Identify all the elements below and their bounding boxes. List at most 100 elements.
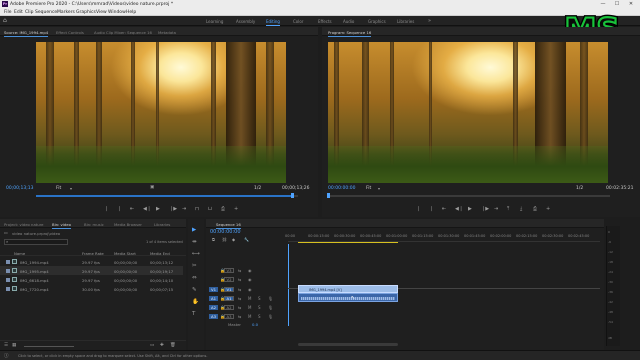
add-marker-icon[interactable]: ◆ xyxy=(232,237,235,242)
source-patch-a2[interactable]: A2 xyxy=(209,304,218,310)
column-media-end[interactable]: Media End xyxy=(150,251,170,256)
table-row[interactable]: IMG_7720.mp4 30.00 fps 00;00;00;00 00;00… xyxy=(0,284,183,293)
table-row[interactable]: IMG_1994.mp4 29.97 fps 00;00;00;00 00;00… xyxy=(0,257,183,266)
sync-lock-icon[interactable]: ⇆ xyxy=(238,305,241,310)
eye-icon[interactable]: ◉ xyxy=(248,287,252,292)
transport-go-to-in-icon[interactable]: ⇤ xyxy=(130,206,134,212)
transport-play-icon[interactable]: ▶ xyxy=(156,206,160,212)
menu-file[interactable]: File xyxy=(4,10,12,15)
transport-overwrite-icon[interactable]: ⤓ xyxy=(520,206,522,212)
transport-step-forward-icon[interactable]: ❘▶ xyxy=(481,206,489,212)
project-search-input[interactable] xyxy=(4,239,68,245)
menu-sequence[interactable]: Sequence xyxy=(35,10,57,15)
mute-button[interactable]: M xyxy=(248,296,251,301)
tab-bin-music[interactable]: Bin: music xyxy=(84,222,104,227)
menu-graphics[interactable]: Graphics xyxy=(76,10,96,15)
source-scrub-bar[interactable] xyxy=(36,195,298,197)
transport-overwrite-icon[interactable]: ⊔ xyxy=(208,206,212,212)
tab-program[interactable]: Program: Sequence 16 xyxy=(328,30,372,37)
tab-source[interactable]: Source: IMG_1994.mp4 xyxy=(4,30,49,37)
track-name[interactable]: V1 xyxy=(224,286,234,292)
label-color-swatch[interactable] xyxy=(6,286,10,291)
source-timecode[interactable]: 00;00;13;13 xyxy=(6,186,33,191)
timeline-playhead[interactable] xyxy=(288,244,289,326)
solo-button[interactable]: S xyxy=(258,314,261,319)
pen-tool-icon[interactable]: ✎ xyxy=(192,287,197,293)
program-video-frame[interactable] xyxy=(328,42,608,183)
eye-icon[interactable]: ◉ xyxy=(248,268,252,273)
tab-metadata[interactable]: Metadata xyxy=(158,30,176,35)
menu-edit[interactable]: Edit xyxy=(14,10,23,15)
selection-tool-icon[interactable]: ▶ xyxy=(192,227,196,233)
sync-lock-icon[interactable]: ⇆ xyxy=(238,287,241,292)
tab-audio-clip-mixer[interactable]: Audio Clip Mixer: Sequence 16 xyxy=(94,30,152,35)
transport-go-to-in-icon[interactable]: ⇤ xyxy=(442,206,446,212)
workspace-effects[interactable]: Effects xyxy=(318,19,332,24)
trash-icon[interactable]: 🗑 xyxy=(170,343,176,348)
tab-media-browser[interactable]: Media Browser xyxy=(114,222,142,227)
snap-icon[interactable]: ⧉ xyxy=(212,237,215,242)
tab-bin-video[interactable]: Bin: video xyxy=(52,222,71,229)
source-fit-select[interactable]: Fit xyxy=(56,186,61,191)
program-playhead[interactable] xyxy=(326,193,330,198)
audio-clip[interactable] xyxy=(298,293,398,302)
program-timecode[interactable]: 00:00:00:00 xyxy=(328,186,355,191)
workspace-libraries[interactable]: Libraries xyxy=(397,19,414,24)
mic-icon[interactable]: 🎙 xyxy=(268,305,273,310)
transport-insert-icon[interactable]: ⊓ xyxy=(195,206,199,212)
transport-add-button-icon[interactable]: + xyxy=(546,206,550,212)
track-name[interactable]: A3 xyxy=(224,313,234,319)
workspace-learning[interactable]: Learning xyxy=(206,19,223,24)
column-name[interactable]: Name xyxy=(14,251,25,256)
sync-lock-icon[interactable]: ⇆ xyxy=(238,314,241,319)
table-row[interactable]: IMG_6618.mp4 29.97 fps 00;00;00;00 00;00… xyxy=(0,275,183,284)
source-patch-v1[interactable]: V1 xyxy=(209,286,218,292)
zoom-slider[interactable] xyxy=(24,345,74,347)
tab-sequence-16[interactable]: Sequence 16 xyxy=(216,222,241,229)
source-patch-a3[interactable]: A3 xyxy=(209,313,218,319)
table-row[interactable]: IMG_1995.mp4 29.97 fps 00;00;00;00 00;00… xyxy=(0,266,183,275)
source-settings-icon[interactable]: ▣ xyxy=(150,185,154,190)
source-video-frame[interactable] xyxy=(36,42,286,183)
label-color-swatch[interactable] xyxy=(6,259,10,264)
menu-window[interactable]: Window xyxy=(108,10,126,15)
new-item-icon[interactable]: ✚ xyxy=(160,343,164,348)
sync-lock-icon[interactable]: ⇆ xyxy=(238,296,241,301)
workspace-editing[interactable]: Editing xyxy=(266,19,280,26)
menu-help[interactable]: Help xyxy=(126,10,136,15)
track-name[interactable]: A1 xyxy=(224,295,234,301)
icon-view-icon[interactable]: ▦ xyxy=(12,343,16,348)
video-clip[interactable]: IMG_1994.mp4 [V] xyxy=(298,285,398,293)
transport-insert-icon[interactable]: ⤒ xyxy=(507,206,509,212)
program-fit-chevron-icon[interactable]: ▾ xyxy=(378,186,380,191)
tab-libraries[interactable]: Libraries xyxy=(154,222,170,227)
eye-icon[interactable]: ◉ xyxy=(248,277,252,282)
program-fit-select[interactable]: Fit xyxy=(366,186,371,191)
timeline-scrollbar[interactable] xyxy=(298,343,398,346)
track-select-tool-icon[interactable]: ⇹ xyxy=(192,239,197,245)
timeline-settings-icon[interactable]: 🔧 xyxy=(244,237,249,242)
transport-add-button-icon[interactable]: + xyxy=(234,206,238,212)
solo-button[interactable]: S xyxy=(258,296,261,301)
transport-mark-in-icon[interactable]: ❘ xyxy=(416,206,420,212)
transport-step-forward-icon[interactable]: ❘▶ xyxy=(169,206,177,212)
label-color-swatch[interactable] xyxy=(6,277,10,282)
track-name[interactable]: V3 xyxy=(224,267,234,273)
menu-clip[interactable]: Clip xyxy=(25,10,34,15)
source-fit-chevron-icon[interactable]: ▾ xyxy=(70,186,72,191)
linked-selection-icon[interactable]: ⛓ xyxy=(222,237,227,242)
source-playhead[interactable] xyxy=(291,193,295,198)
workspace-assembly[interactable]: Assembly xyxy=(236,19,255,24)
transport-play-icon[interactable]: ▶ xyxy=(468,206,472,212)
column-media-start[interactable]: Media Start xyxy=(114,251,136,256)
transport-export-frame-icon[interactable]: ⎙ xyxy=(533,206,537,212)
source-patch-a1[interactable]: A1 xyxy=(209,295,218,301)
workspace-audio[interactable]: Audio xyxy=(343,19,354,24)
program-page-select[interactable]: 1/2 xyxy=(576,186,583,191)
tab-effect-controls[interactable]: Effect Controls xyxy=(56,30,84,35)
track-name[interactable]: A2 xyxy=(224,304,234,310)
mic-icon[interactable]: 🎙 xyxy=(268,314,273,319)
master-volume[interactable]: 0.0 xyxy=(252,322,258,327)
work-area-bar[interactable] xyxy=(298,242,398,243)
menu-markers[interactable]: Markers xyxy=(57,10,75,15)
